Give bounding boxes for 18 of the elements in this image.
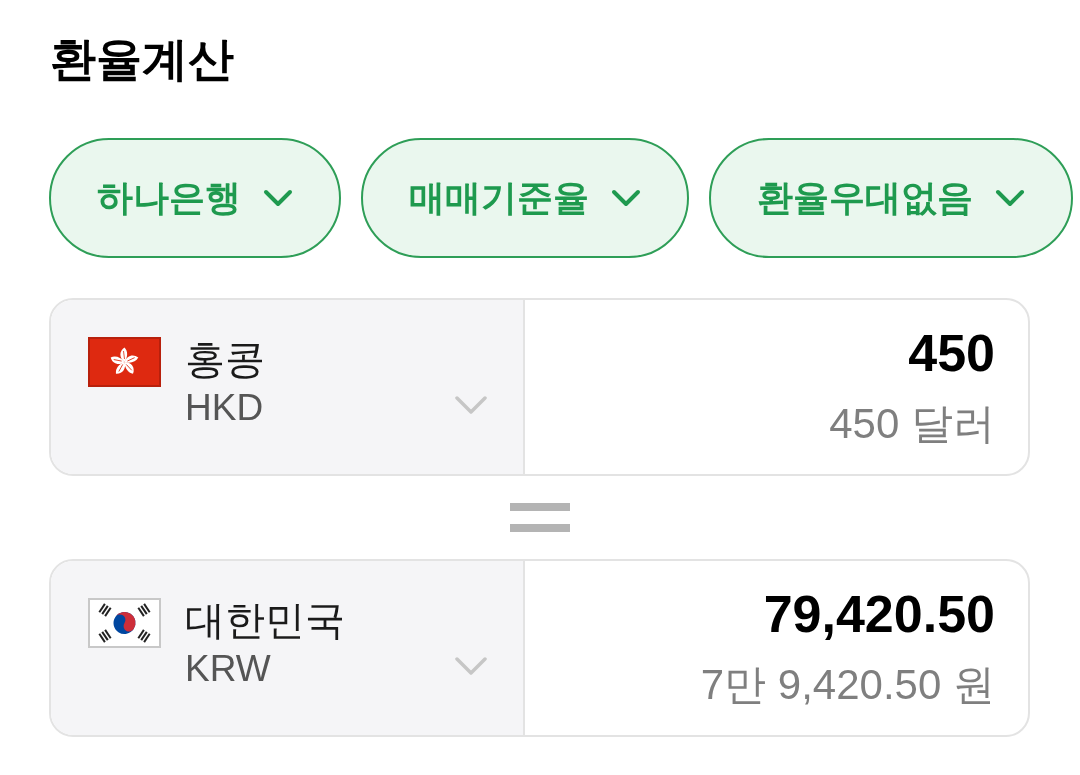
dropdown-button[interactable]: 매매기준율 <box>361 138 689 258</box>
amount-text: 450 <box>908 323 995 383</box>
dropdown-button[interactable]: 하나은행 <box>49 138 341 258</box>
page-title: 환율계산 <box>50 32 234 87</box>
amount-in-words-text: 450 달러 <box>829 399 995 449</box>
equals-icon <box>509 503 570 532</box>
chevron-down-icon <box>995 189 1025 207</box>
dropdown-button[interactable]: 환율우대없음 <box>709 138 1073 258</box>
currency-select-button[interactable]: 대한민국 KRW <box>51 561 525 735</box>
chevron-down-icon <box>455 396 487 415</box>
chevron-down-icon <box>455 657 487 676</box>
chevron-down-icon <box>263 189 293 207</box>
flag-icon <box>88 598 161 648</box>
currency-select-button[interactable]: 홍콩 HKD <box>51 300 525 474</box>
flag-icon <box>88 337 161 387</box>
amount-text: 79,420.50 <box>763 584 995 644</box>
chevron-down-icon <box>611 189 641 207</box>
amount-in-words-text: 7만 9,420.50 원 <box>700 660 995 710</box>
